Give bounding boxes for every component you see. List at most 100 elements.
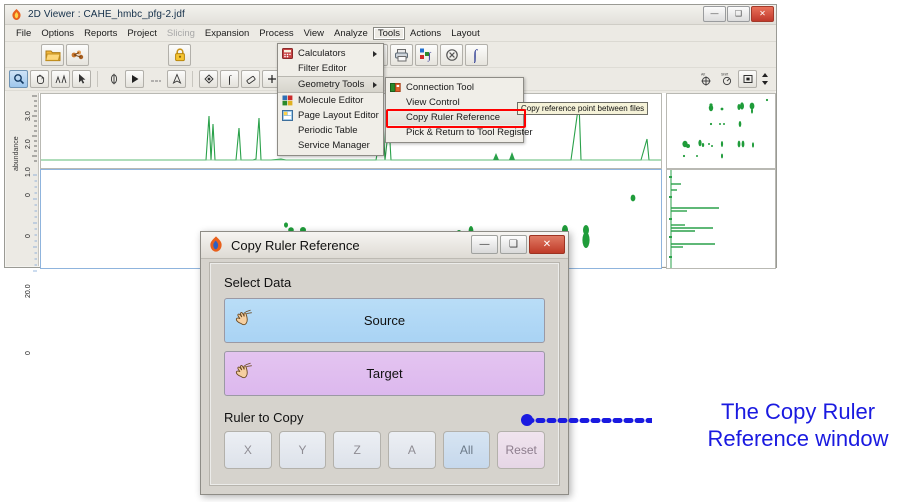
tooltip-text: Copy reference point between files — [521, 104, 645, 113]
y-tick-bottom-0: 0 — [25, 234, 32, 238]
spinner-updown-icon[interactable] — [759, 70, 770, 88]
toolbar-separator — [97, 71, 98, 87]
ruler-button-y[interactable]: Y — [278, 431, 327, 469]
menubar: File Options Reports Project Slicing Exp… — [5, 25, 776, 42]
y-axis-title: abundance — [13, 136, 20, 171]
menu-project[interactable]: Project — [122, 27, 162, 40]
submenu-item-view-control[interactable]: View Control — [386, 95, 523, 110]
menu-item-page-layout-editor[interactable]: Page Layout Editor — [278, 108, 383, 123]
target-button[interactable]: Target — [224, 351, 545, 396]
chevron-right-icon — [373, 50, 377, 57]
dialog-minimize-button[interactable]: — — [471, 235, 498, 254]
y-tick-top-2: 1.0 — [25, 167, 32, 177]
menu-item-service-manager[interactable]: Service Manager — [278, 138, 383, 153]
dialog-titlebar: Copy Ruler Reference — ❑ ✕ — [201, 232, 568, 259]
ruler-to-copy-label: Ruler to Copy — [224, 410, 304, 425]
menu-reports[interactable]: Reports — [79, 27, 122, 40]
zoom-tool-icon[interactable] — [9, 70, 28, 88]
callout-dot — [521, 414, 533, 426]
molecule-open-icon[interactable] — [66, 43, 89, 66]
tools-dropdown-menu[interactable]: Calculators Filter Editor Geometry Tools… — [277, 43, 384, 156]
menu-view[interactable]: View — [299, 27, 329, 40]
lock-icon[interactable] — [168, 43, 191, 66]
dialog-maximize-button[interactable]: ❑ — [500, 235, 527, 254]
top-right-2d-panel[interactable] — [666, 93, 776, 169]
red-highlight-box — [386, 109, 526, 128]
menu-expansion[interactable]: Expansion — [200, 27, 254, 40]
ruler-buttons-row: X Y Z A All Reset — [224, 431, 546, 469]
app-flame-icon — [10, 8, 23, 21]
page-layout-icon — [282, 109, 294, 122]
cancel-circle-icon[interactable] — [440, 43, 463, 66]
submenu-item-connection-tool[interactable]: Connection Tool — [386, 80, 523, 95]
svg-text:Shift: Shift — [721, 73, 728, 77]
open-file-icon[interactable] — [41, 43, 64, 66]
integral-tool-icon[interactable]: ∫ — [415, 43, 438, 66]
dialog-close-button[interactable]: ✕ — [529, 235, 565, 254]
menu-item-label: Service Manager — [298, 140, 370, 151]
y-tick-bottom-2: 0 — [25, 351, 32, 355]
menu-process[interactable]: Process — [254, 27, 298, 40]
callout-line-1: The Copy Ruler — [720, 399, 876, 424]
ruler-button-a[interactable]: A — [388, 431, 436, 469]
menu-item-label: Geometry Tools — [298, 79, 365, 90]
y-tick-top-3: 0 — [25, 193, 32, 197]
peak-select-icon[interactable] — [51, 70, 70, 88]
menu-actions[interactable]: Actions — [405, 27, 446, 40]
menu-item-label: Page Layout Editor — [298, 110, 379, 121]
pan-hand-icon[interactable] — [30, 70, 49, 88]
close-button[interactable]: ✕ — [751, 6, 774, 22]
right-1d-spectrum-panel[interactable] — [666, 169, 776, 269]
play-cursor-icon[interactable] — [125, 70, 144, 88]
svg-text:∫: ∫ — [427, 51, 432, 62]
rotate-shift-icon[interactable]: Shift — [717, 70, 736, 88]
baseline-icon[interactable] — [146, 70, 165, 88]
phase-icon[interactable] — [104, 70, 123, 88]
arrow-cursor-icon[interactable] — [72, 70, 91, 88]
menu-layout[interactable]: Layout — [446, 27, 485, 40]
maximize-button[interactable]: ❑ — [727, 6, 750, 22]
menu-item-molecule-editor[interactable]: Molecule Editor — [278, 93, 383, 108]
menu-item-label: Calculators — [298, 48, 346, 59]
menu-file[interactable]: File — [11, 27, 36, 40]
source-button[interactable]: Source — [224, 298, 545, 343]
ruler-button-x[interactable]: X — [224, 431, 272, 469]
print-icon[interactable] — [390, 43, 413, 66]
diamond-marker-icon[interactable] — [199, 70, 218, 88]
menu-item-label: Filter Editor — [298, 63, 347, 74]
menu-item-label: Periodic Table — [298, 125, 358, 136]
main-application-window: 2D Viewer : CAHE_hmbc_pfg-2.jdf — ❑ ✕ Fi… — [4, 4, 777, 355]
menu-options[interactable]: Options — [36, 27, 79, 40]
svg-text:Alt: Alt — [701, 73, 705, 77]
y-axis-ticks-lower — [33, 174, 37, 272]
tooltip-copy-reference: Copy reference point between files — [517, 102, 649, 115]
callout-line-2: Reference window — [707, 425, 889, 451]
svg-text:∫: ∫ — [227, 74, 232, 85]
minimize-button[interactable]: — — [703, 6, 726, 22]
dialog-body: Select Data Source Target Ruler to Copy … — [209, 262, 560, 486]
integral-curve-icon[interactable]: ∫ — [220, 70, 239, 88]
ruler-button-reset[interactable]: Reset — [497, 431, 546, 469]
callout-annotation: The Copy Ruler Reference window — [700, 399, 896, 453]
ruler-button-all[interactable]: All — [442, 431, 491, 469]
menu-item-filter-editor[interactable]: Filter Editor — [278, 61, 383, 76]
peak-pick-icon[interactable] — [167, 70, 186, 88]
menu-item-geometry-tools[interactable]: Geometry Tools — [278, 76, 383, 93]
ruler-button-z[interactable]: Z — [333, 431, 382, 469]
menu-item-periodic-table[interactable]: Periodic Table — [278, 123, 383, 138]
window-titlebar: 2D Viewer : CAHE_hmbc_pfg-2.jdf — ❑ ✕ — [5, 5, 776, 25]
display-mode-icon[interactable] — [738, 70, 757, 88]
callout-dotted-line — [527, 418, 652, 423]
y-tick-top-0: 3.0 — [25, 111, 32, 121]
dialog-window-buttons: — ❑ ✕ — [471, 235, 565, 254]
submenu-item-label: Connection Tool — [406, 82, 474, 93]
menu-slicing: Slicing — [166, 27, 195, 39]
eraser-icon[interactable] — [241, 70, 260, 88]
connection-tool-icon — [390, 82, 402, 94]
integrate-icon[interactable]: ∫ — [465, 43, 488, 66]
copy-ruler-reference-dialog[interactable]: Copy Ruler Reference — ❑ ✕ Select Data S… — [200, 231, 569, 495]
axis-crosshair-icon[interactable]: Alt — [696, 70, 715, 88]
menu-analyze[interactable]: Analyze — [329, 27, 373, 40]
menu-tools[interactable]: Tools — [372, 26, 406, 40]
menu-item-calculators[interactable]: Calculators — [278, 46, 383, 61]
